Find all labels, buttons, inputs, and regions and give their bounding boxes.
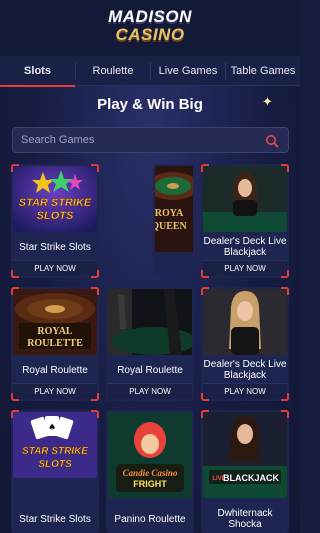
art-text-1: ROYAL <box>37 326 73 337</box>
art-text-1: STAR STRIKE <box>22 446 88 457</box>
app-header: MADISON CASINO <box>0 0 300 56</box>
art-text-2: BLACKJACK <box>223 473 280 483</box>
game-thumbnail-star-strike[interactable]: STAR STRIKE SLOTS <box>13 166 97 232</box>
category-tabs: Slots Roulette Live Games Table Games <box>0 56 300 87</box>
game-card-partial[interactable]: ROYA QUEEN <box>153 164 193 278</box>
card-corner <box>201 270 209 278</box>
card-corner <box>91 287 99 295</box>
game-card[interactable]: Dealer's Deck Live Blackjack PLAY NOW <box>201 164 289 278</box>
tab-live-games[interactable]: Live Games <box>151 56 225 86</box>
game-title: Star Strike Slots <box>19 513 91 525</box>
play-now-button[interactable]: PLAY NOW <box>108 383 192 399</box>
card-corner <box>281 410 289 418</box>
card-corner <box>201 287 209 295</box>
art-text-2: QUEEN <box>155 221 188 232</box>
game-thumbnail-roulette-dark[interactable] <box>108 289 192 355</box>
art-text-1: Candie Casino <box>123 468 178 478</box>
search-icon[interactable] <box>265 134 279 148</box>
search-bar[interactable] <box>12 127 289 153</box>
logo-line-2: CASINO <box>115 25 185 44</box>
card-corner <box>91 270 99 278</box>
tab-roulette[interactable]: Roulette <box>76 56 150 86</box>
card-corner <box>201 393 209 401</box>
game-thumbnail-royal-roulette[interactable]: ROYAL ROULETTE <box>13 289 97 355</box>
card-corner <box>281 164 289 172</box>
game-title: Royal Roulette <box>117 364 183 376</box>
card-corner <box>201 164 209 172</box>
game-thumbnail-dealer[interactable] <box>203 166 287 232</box>
card-corner <box>11 270 19 278</box>
hero-title: Play & Win Big <box>97 96 203 113</box>
art-text-2: ROULETTE <box>27 338 83 349</box>
game-title: Star Strike Slots <box>19 241 91 253</box>
art-text-2: SLOTS <box>38 459 72 470</box>
game-title: Dealer's Deck Live Blackjack <box>203 236 287 258</box>
game-card[interactable]: Royal Roulette PLAY NOW <box>106 287 194 401</box>
card-corner <box>281 287 289 295</box>
search-input[interactable] <box>21 128 261 152</box>
card-corner <box>91 393 99 401</box>
game-title: Dwhiternack Shocka <box>217 508 273 530</box>
game-card[interactable]: ROYAL ROULETTE Royal Roulette PLAY NOW <box>11 287 99 401</box>
game-card[interactable]: STAR STRIKE SLOTS Star Strike Slots PLAY… <box>11 164 99 278</box>
card-corner <box>11 393 19 401</box>
game-thumbnail-dealer-2[interactable] <box>203 289 287 355</box>
game-card[interactable]: LIVE BLACKJACK Dwhiternack Shocka <box>201 410 289 533</box>
game-thumbnail-star-cards[interactable]: ♠ STAR STRIKE SLOTS <box>13 412 97 478</box>
play-now-button[interactable]: PLAY NOW <box>13 383 97 399</box>
svg-text:♠: ♠ <box>48 423 56 433</box>
logo-line-1: MADISON <box>108 7 192 26</box>
game-thumbnail-live-blackjack[interactable]: LIVE BLACKJACK <box>203 412 287 498</box>
card-corner <box>11 287 19 295</box>
art-text-1: ROYA <box>155 208 184 219</box>
card-corner <box>281 270 289 278</box>
play-now-button[interactable]: PLAY NOW <box>203 383 287 399</box>
card-corner <box>91 164 99 172</box>
card-corner <box>91 410 99 418</box>
play-now-button[interactable]: PLAY NOW <box>13 260 97 276</box>
game-title: Panino Roulette <box>114 513 186 525</box>
art-text-1: STAR STRIKE <box>19 197 92 209</box>
sparkle-icon: ✦ <box>262 94 273 109</box>
game-card[interactable]: Candie Casino FRIGHT Panino Roulette <box>106 410 194 533</box>
play-now-button[interactable]: PLAY NOW <box>203 260 287 276</box>
game-title: Dealer's Deck Live Blackjack <box>203 359 287 381</box>
game-thumbnail-candie[interactable]: Candie Casino FRIGHT <box>108 412 192 498</box>
game-title: Royal Roulette <box>22 364 88 376</box>
card-corner <box>11 410 19 418</box>
art-text-2: SLOTS <box>37 210 74 222</box>
casino-logo[interactable]: MADISON CASINO <box>0 7 300 44</box>
game-card[interactable]: ♠ STAR STRIKE SLOTS Star Strike Slots <box>11 410 99 533</box>
art-text-2: FRIGHT <box>133 479 167 489</box>
tab-slots[interactable]: Slots <box>0 56 75 87</box>
game-thumbnail-roulette-queen[interactable]: ROYA QUEEN <box>155 166 193 252</box>
card-corner <box>11 164 19 172</box>
card-corner <box>281 393 289 401</box>
tab-table-games[interactable]: Table Games <box>226 56 300 86</box>
game-card[interactable]: Dealer's Deck Live Blackjack PLAY NOW <box>201 287 289 401</box>
card-corner <box>201 410 209 418</box>
